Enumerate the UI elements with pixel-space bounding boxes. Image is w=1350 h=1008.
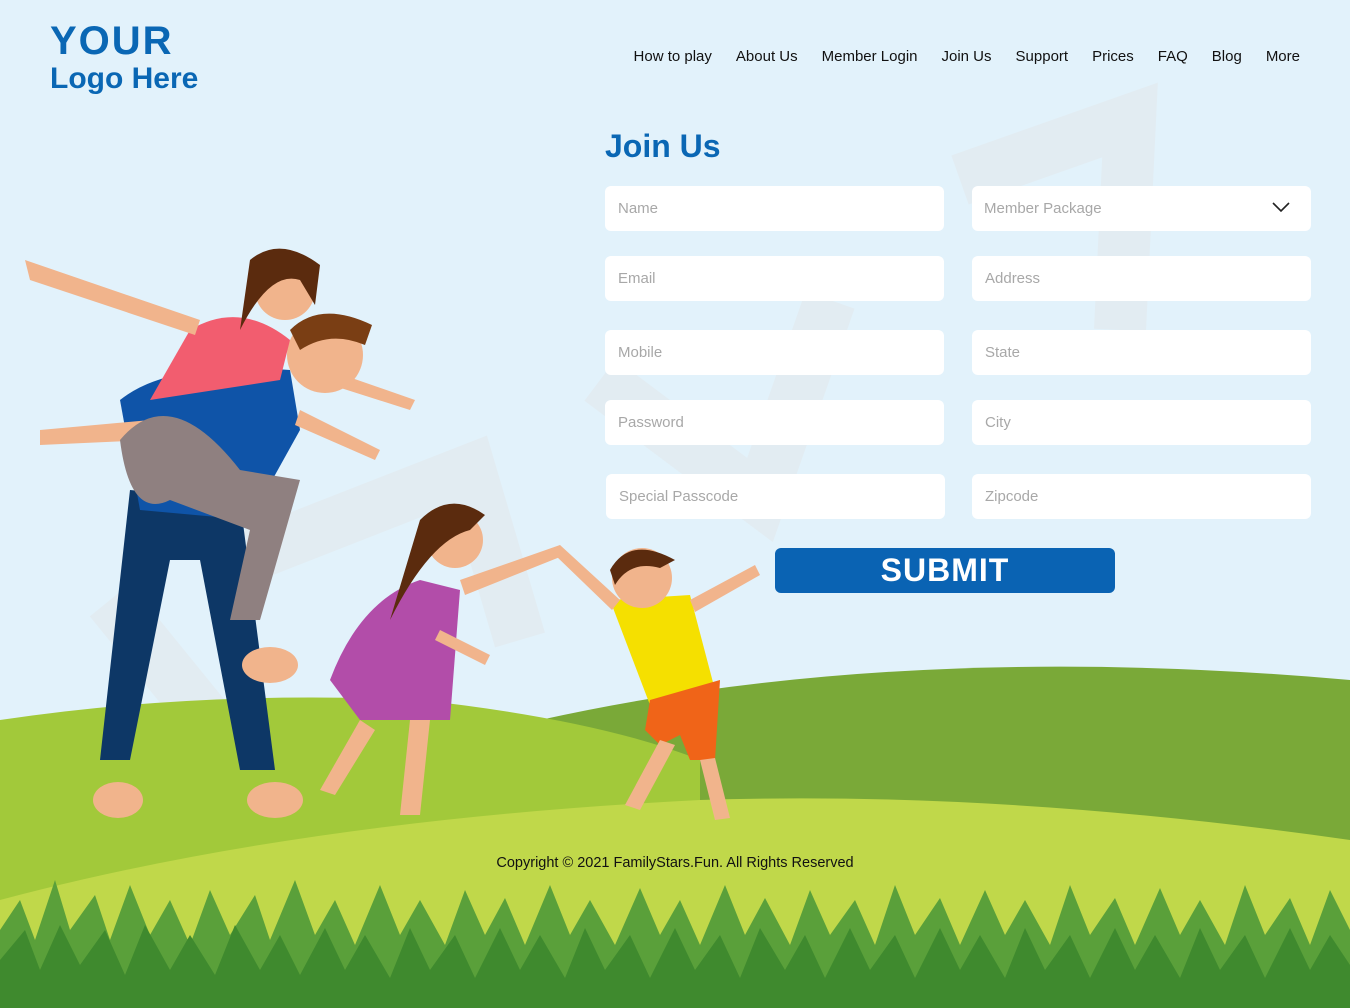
logo-line-1: YOUR bbox=[50, 19, 174, 63]
address-input[interactable] bbox=[972, 256, 1311, 301]
logo-line-2: Logo Here bbox=[50, 62, 199, 95]
site-logo[interactable]: YOUR Logo Here bbox=[50, 20, 198, 96]
member-package-select[interactable]: Member Package bbox=[972, 186, 1311, 231]
email-input[interactable] bbox=[605, 256, 944, 301]
nav-about-us[interactable]: About Us bbox=[736, 48, 798, 65]
nav-faq[interactable]: FAQ bbox=[1158, 48, 1188, 65]
submit-button[interactable]: SUBMIT bbox=[775, 548, 1115, 593]
nav-member-login[interactable]: Member Login bbox=[822, 48, 918, 65]
form-title: Join Us bbox=[605, 128, 721, 164]
main-nav: How to play About Us Member Login Join U… bbox=[634, 48, 1300, 65]
password-input[interactable] bbox=[605, 400, 944, 445]
state-input[interactable] bbox=[972, 330, 1311, 375]
special-passcode-input[interactable] bbox=[606, 474, 945, 519]
city-input[interactable] bbox=[972, 400, 1311, 445]
nav-more[interactable]: More bbox=[1266, 48, 1300, 65]
name-input[interactable] bbox=[605, 186, 944, 231]
nav-how-to-play[interactable]: How to play bbox=[634, 48, 712, 65]
nav-prices[interactable]: Prices bbox=[1092, 48, 1134, 65]
mobile-input[interactable] bbox=[605, 330, 944, 375]
chevron-down-icon bbox=[1272, 202, 1290, 213]
member-package-placeholder: Member Package bbox=[984, 200, 1102, 217]
nav-blog[interactable]: Blog bbox=[1212, 48, 1242, 65]
zipcode-input[interactable] bbox=[972, 474, 1311, 519]
copyright-text: Copyright © 2021 FamilyStars.Fun. All Ri… bbox=[496, 855, 854, 871]
nav-support[interactable]: Support bbox=[1016, 48, 1069, 65]
nav-join-us[interactable]: Join Us bbox=[942, 48, 992, 65]
